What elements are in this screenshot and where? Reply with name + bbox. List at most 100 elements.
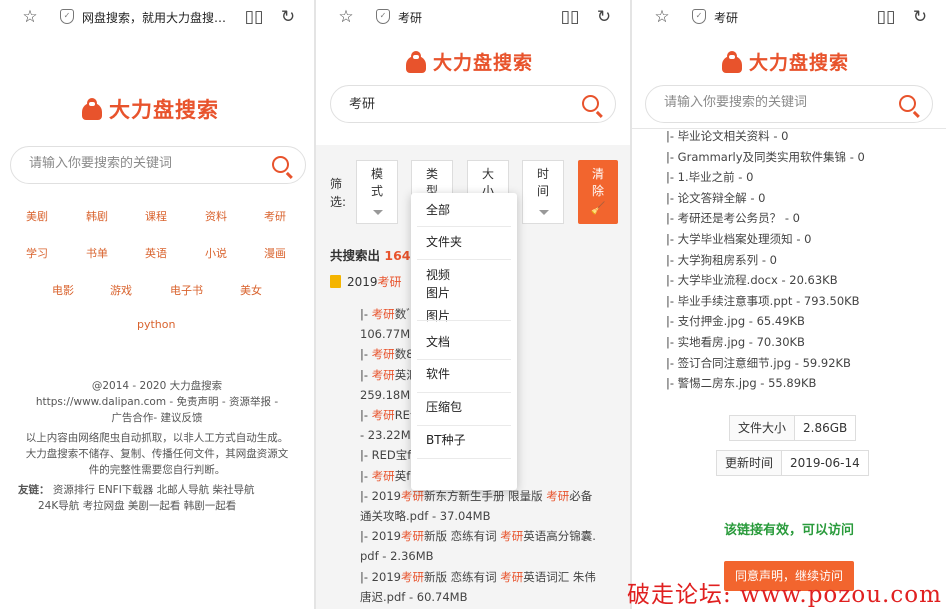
line-text: |- 2019 — [360, 569, 401, 584]
hot-tag[interactable]: 游戏 — [110, 282, 132, 298]
dropdown-divider — [417, 320, 511, 321]
result-file-line[interactable]: |- 2019考研新版 恋练有词 考研英语高分锦囊. — [360, 526, 626, 546]
size-value: 2.86GB — [803, 421, 848, 435]
hot-tag[interactable]: python — [137, 318, 175, 331]
reload-icon[interactable]: ↻ — [278, 7, 298, 27]
search-input[interactable] — [664, 95, 884, 110]
clear-button[interactable]: 清除 🧹 — [578, 160, 618, 224]
site-logo[interactable]: 大力盘搜索 — [720, 48, 849, 75]
filter-label: 筛选: — [330, 177, 347, 209]
reader-icon[interactable]: ▯▯ — [876, 7, 896, 27]
result-file-line[interactable]: pdf - 2.36MB — [360, 546, 626, 566]
reader-icon[interactable]: ▯▯ — [560, 7, 580, 27]
hot-tag[interactable]: 小说 — [205, 245, 227, 261]
hot-tag[interactable]: 漫画 — [264, 245, 286, 261]
dropdown-option[interactable]: BT种子 — [411, 425, 517, 456]
site-logo[interactable]: 大力盘搜索 — [404, 48, 533, 75]
logo-text: 大力盘搜索 — [109, 98, 219, 122]
hot-tag[interactable]: 考研 — [264, 208, 286, 224]
file-tree-line: |- 论文答辩全解 - 0 — [666, 190, 766, 205]
hot-tag[interactable]: 资料 — [205, 208, 227, 224]
tab-title[interactable]: 考研 — [714, 9, 874, 26]
line-text: |- — [360, 408, 372, 422]
result-file-line[interactable]: 唐迟.pdf - 60.74MB — [360, 587, 626, 607]
line-text: 数 — [394, 347, 407, 362]
dropdown-divider — [417, 259, 511, 260]
reload-icon[interactable]: ↻ — [910, 7, 930, 27]
footer-disclaimer-3: 件的完整性需要您自行判断。 — [88, 464, 226, 476]
footer-links-2[interactable]: 广告合作- 建议反馈 — [0, 410, 314, 426]
line-text: 新东方新生手册 限量版 — [423, 488, 547, 503]
filter-select-label: 时间 — [536, 167, 549, 198]
dropdown-divider — [417, 226, 511, 227]
friends-links-2[interactable]: 24K导航 考拉网盘 美剧一起看 韩剧一起看 — [38, 498, 314, 514]
keyword-highlight: 考研 — [500, 529, 524, 544]
friends-links-1[interactable]: 资源排行 ENFI下载器 北邮人导航 柴社导航 — [53, 484, 255, 496]
hot-tag[interactable]: 英语 — [145, 245, 167, 261]
line-text: |- RED宝 — [360, 448, 408, 463]
line-text: 数 — [394, 307, 407, 321]
dropdown-option[interactable]: 压缩包 — [411, 392, 517, 423]
filter-select[interactable]: 模式 — [356, 160, 398, 224]
keyword-highlight: 考研 — [371, 408, 395, 422]
result-file-title[interactable]: 2019考研 — [330, 273, 402, 290]
line-text: 英语词汇 朱伟 — [523, 569, 596, 584]
file-size-row: 文件大小 2.86GB — [729, 415, 857, 441]
count-value: 164 — [384, 248, 411, 263]
hot-tag[interactable]: 电子书 — [170, 282, 203, 298]
search-input[interactable] — [349, 95, 569, 110]
keyword-highlight: 考研 — [500, 569, 524, 584]
line-text: 英 — [394, 367, 407, 382]
gorilla-icon — [80, 98, 104, 120]
footer-links[interactable]: https://www.dalipan.com - 免责声明 - 资源举报 - — [0, 394, 314, 410]
result-file-line[interactable]: |- 2019考研新版 恋练有词 考研英语词汇 朱伟 — [360, 567, 626, 587]
shield-icon[interactable]: ✓ — [60, 9, 74, 24]
logo-text: 大力盘搜索 — [749, 52, 850, 74]
reload-icon[interactable]: ↻ — [594, 7, 614, 27]
tab-title[interactable]: 考研 — [398, 9, 558, 26]
search-icon[interactable] — [582, 95, 599, 112]
shield-icon[interactable]: ✓ — [376, 9, 390, 24]
footer-copyright: @2014 - 2020 大力盘搜索 — [91, 380, 223, 392]
dropdown-option[interactable]: 文件夹 — [411, 227, 517, 258]
dropdown-option[interactable]: 全部 — [411, 195, 517, 226]
filter-select[interactable]: 时间 — [522, 160, 564, 224]
line-text: 259.18M — [360, 387, 411, 402]
file-tree-line: |- 考研还是考公务员？ - 0 — [666, 211, 800, 226]
hot-tag[interactable]: 课程 — [145, 208, 167, 224]
tab-title[interactable]: 网盘搜索，就用大力盘搜… — [82, 9, 242, 26]
line-text: |- 2019 — [360, 488, 401, 503]
hot-tag[interactable]: 韩剧 — [86, 208, 108, 224]
star-icon[interactable]: ☆ — [336, 7, 356, 27]
dropdown-divider — [417, 458, 511, 459]
line-text: pdf - 2.36MB — [360, 549, 434, 564]
line-text: |- — [360, 367, 372, 382]
search-icon[interactable] — [899, 95, 916, 112]
result-file-line[interactable]: 通关攻略.pdf - 37.04MB — [360, 506, 626, 526]
friend-links: 友链： 资源排行 ENFI下载器 北邮人导航 柴社导航 — [18, 482, 303, 498]
search-input[interactable] — [29, 156, 249, 171]
site-logo[interactable]: 大力盘搜索 — [80, 94, 219, 124]
hot-tag[interactable]: 美剧 — [26, 208, 48, 224]
hot-tag[interactable]: 电影 — [52, 282, 74, 298]
browser-toolbar: ☆ ✓ 考研 ▯▯ ↻ — [316, 0, 630, 34]
line-text: RE — [394, 408, 410, 422]
star-icon[interactable]: ☆ — [20, 7, 40, 27]
hot-tag[interactable]: 学习 — [26, 245, 48, 261]
file-tree-line: |- 毕业手续注意事项.ppt - 793.50KB — [666, 293, 860, 308]
type-dropdown: 全部 文件夹 视频 图片 图片 文档 软件 压缩包 BT种子 — [411, 193, 517, 490]
reader-icon[interactable]: ▯▯ — [244, 7, 264, 27]
file-tree-line: |- 大学毕业流程.docx - 20.63KB — [666, 273, 838, 288]
shield-icon[interactable]: ✓ — [692, 9, 706, 24]
dropdown-option[interactable]: 文档 — [411, 327, 517, 358]
line-text: 英语高分锦囊. — [523, 529, 596, 544]
hot-tag[interactable]: 美女 — [240, 282, 262, 298]
line-text: |- — [360, 468, 372, 483]
hot-tag[interactable]: 书单 — [86, 245, 108, 261]
gorilla-icon — [404, 50, 428, 73]
clear-label: 清除 — [591, 167, 604, 198]
gorilla-icon — [720, 50, 744, 73]
star-icon[interactable]: ☆ — [652, 7, 672, 27]
search-icon[interactable] — [272, 156, 289, 173]
dropdown-option[interactable]: 软件 — [411, 359, 517, 390]
